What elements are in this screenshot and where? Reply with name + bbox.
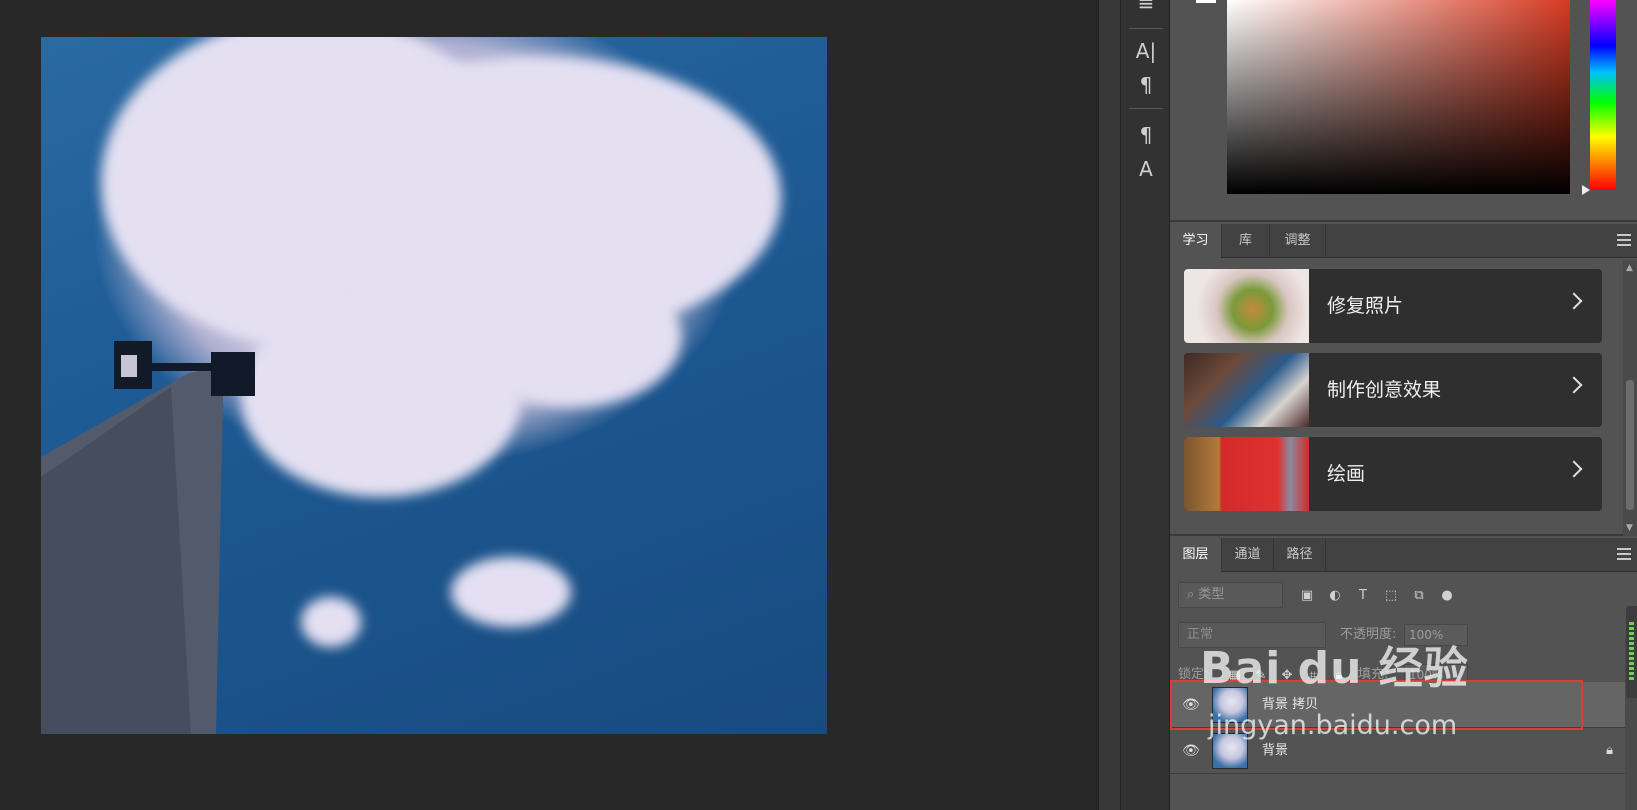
card-label: 制作创意效果 (1327, 379, 1442, 401)
canvas-area[interactable] (0, 0, 1098, 810)
shape-filter-icon[interactable]: ⬚ (1382, 586, 1400, 604)
tab-libraries[interactable]: 库 (1222, 224, 1270, 258)
panel-icon-strip: ≡ A| ¶ ¶ A (1120, 0, 1170, 810)
scroll-thumb[interactable] (1626, 380, 1634, 510)
layer-thumbnail (1212, 733, 1248, 769)
scroll-up-icon[interactable]: ▲ (1626, 263, 1633, 273)
right-panel-dock: 学习 库 调整 修复照片 制作创意效果 绘画 ▲ ▼ 图层 通道 路径 ⌕ 类型… (1170, 0, 1637, 810)
card-label: 修复照片 (1327, 295, 1404, 317)
foreground-swatch[interactable] (1196, 0, 1216, 3)
color-panel (1170, 0, 1637, 222)
filter-toggle-icon[interactable]: ● (1438, 586, 1456, 604)
smart-object-filter-icon[interactable]: ⧉ (1410, 586, 1428, 604)
learn-card-retouch[interactable]: 修复照片 (1184, 269, 1602, 343)
panel-menu-icon[interactable] (1617, 234, 1631, 246)
layers-panel: 图层 通道 路径 ⌕ 类型 ▣ ◐ T ⬚ ⧉ ● 正常 不透明度: 100% … (1170, 538, 1637, 810)
chevron-right-icon (1565, 460, 1583, 478)
collapse-panel-tab[interactable] (1626, 606, 1637, 698)
tab-learn[interactable]: 学习 (1170, 224, 1222, 258)
opacity-input[interactable]: 100% (1404, 624, 1468, 646)
photoshop-window: ≡ A| ¶ ¶ A 学习 库 调整 修复照片 制作创意效果 绘画 ▲ ▼ 图层… (0, 0, 1637, 810)
layer-row-background[interactable]: 👁︎ 背景 🔒︎ (1170, 728, 1625, 774)
lock-icon: 🔒︎ (1606, 743, 1613, 758)
tab-paths[interactable]: 路径 (1274, 538, 1326, 572)
learn-card-creative[interactable]: 制作创意效果 (1184, 353, 1602, 427)
learn-card-paint[interactable]: 绘画 (1184, 437, 1602, 511)
color-saturation-field[interactable] (1227, 0, 1570, 194)
meter-icon (1629, 622, 1634, 682)
type-filter-icon[interactable]: T (1354, 586, 1372, 604)
hue-slider-marker[interactable] (1582, 185, 1590, 195)
card-thumbnail (1184, 353, 1309, 427)
blend-mode-select[interactable]: 正常 (1178, 622, 1326, 648)
character-styles-icon[interactable]: A (1121, 152, 1171, 186)
hue-slider[interactable] (1590, 0, 1616, 190)
layer-filter-select[interactable]: ⌕ 类型 (1178, 582, 1283, 608)
opacity-label: 不透明度: (1340, 627, 1397, 642)
paragraph-panel-icon[interactable]: ¶ (1121, 68, 1171, 102)
layer-filter-row: ⌕ 类型 ▣ ◐ T ⬚ ⧉ ● (1178, 582, 1628, 608)
dock-gutter (1098, 0, 1120, 810)
pixel-filter-icon[interactable]: ▣ (1298, 586, 1316, 604)
card-thumbnail (1184, 269, 1309, 343)
paragraph-styles-icon[interactable]: ¶ (1121, 118, 1171, 152)
tab-layers[interactable]: 图层 (1170, 538, 1222, 572)
panel-menu-icon[interactable] (1617, 548, 1631, 560)
card-thumbnail (1184, 437, 1309, 511)
adjustment-filter-icon[interactable]: ◐ (1326, 586, 1344, 604)
scroll-down-icon[interactable]: ▼ (1626, 523, 1633, 533)
chevron-right-icon (1565, 292, 1583, 310)
learn-scrollbar[interactable]: ▲ ▼ (1623, 260, 1637, 536)
tab-channels[interactable]: 通道 (1222, 538, 1274, 572)
learn-panel: 学习 库 调整 修复照片 制作创意效果 绘画 ▲ ▼ (1170, 224, 1637, 536)
card-label: 绘画 (1327, 463, 1366, 485)
lamp-pole-graphic (41, 341, 255, 734)
eye-icon[interactable]: 👁︎ (1182, 743, 1200, 759)
document-image[interactable] (41, 37, 827, 734)
character-panel-icon[interactable]: A| (1121, 34, 1171, 68)
layer-name[interactable]: 背景 (1262, 728, 1288, 774)
properties-panel-icon[interactable]: ≡ (1121, 0, 1171, 20)
tab-adjustments[interactable]: 调整 (1270, 224, 1326, 258)
layers-tabbar: 图层 通道 路径 (1170, 538, 1637, 572)
filter-placeholder: 类型 (1198, 587, 1225, 602)
chevron-right-icon (1565, 376, 1583, 394)
learn-tabbar: 学习 库 调整 (1170, 224, 1637, 258)
blend-row: 正常 不透明度: 100% (1178, 622, 1628, 648)
selection-highlight-box (1170, 680, 1583, 730)
